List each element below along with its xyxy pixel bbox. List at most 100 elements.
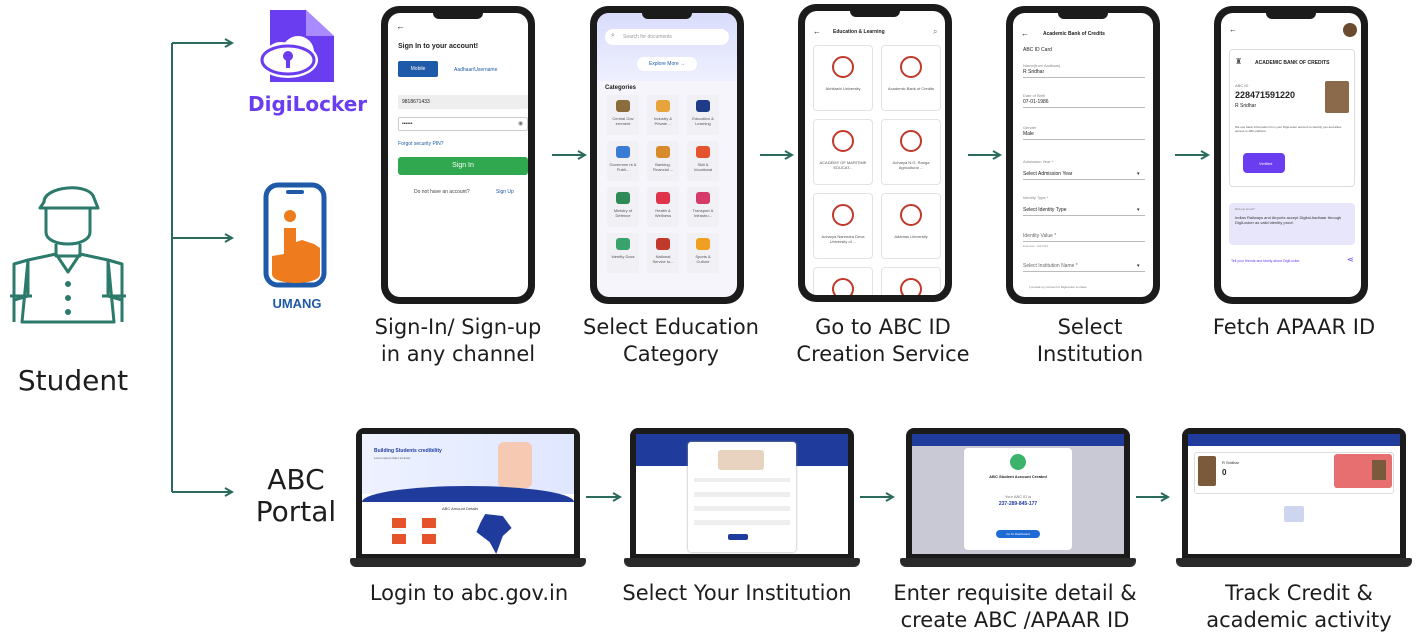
- category-icon: [616, 146, 630, 158]
- abc-id-value: 237-289-845-177: [998, 501, 1038, 507]
- category-tile[interactable]: Education & Learning: [687, 95, 719, 135]
- mobile-input[interactable]: 9818671433: [398, 95, 528, 109]
- signin-title: Sign In to your account!: [398, 43, 479, 50]
- signin-button[interactable]: Sign In: [398, 157, 528, 175]
- abc-card-label: ABC ID Card: [1023, 47, 1052, 53]
- chevron-down-icon: ▾: [1137, 263, 1140, 269]
- phone-abc-form: ← Academic Bank of Credits ABC ID Card N…: [1006, 6, 1160, 304]
- eye-icon[interactable]: ◉: [518, 120, 523, 127]
- university-logo-icon: [900, 278, 922, 295]
- no-account-text: Do not have an account?: [414, 189, 470, 195]
- abc-id-value: 228471591220: [1235, 90, 1296, 100]
- category-tile[interactable]: Governme nt & Publi...: [607, 141, 639, 181]
- university-card[interactable]: adani: [813, 267, 873, 295]
- tab-aadhaar[interactable]: Aadhaar/Username: [454, 67, 497, 73]
- university-card[interactable]: Acharya N.G. Ranga Agricultural ...: [881, 119, 941, 185]
- share-text[interactable]: Tell your friends and family about DigiL…: [1231, 259, 1300, 263]
- category-label: Skill & Vocational: [693, 162, 713, 172]
- university-logo-icon: [900, 56, 922, 78]
- category-label: Sports & Culture: [695, 254, 711, 264]
- category-tile[interactable]: Transport & Infrastru...: [687, 187, 719, 227]
- university-label: Acharya Narendra Deva University of ...: [821, 234, 865, 244]
- share-icon[interactable]: ⋖: [1347, 255, 1354, 264]
- category-icon: [656, 192, 670, 204]
- category-icon: [656, 100, 670, 112]
- consent-checkbox[interactable]: I provide my consent to DigiLocker to sh…: [1029, 285, 1087, 289]
- category-icon: [696, 100, 710, 112]
- dashboard-button[interactable]: Go To Dashboard: [996, 530, 1040, 538]
- category-tile[interactable]: Identity Docs: [607, 233, 639, 273]
- category-icon: [616, 192, 630, 204]
- category-label: Industry & Private ...: [653, 116, 672, 126]
- category-tile[interactable]: Sports & Culture: [687, 233, 719, 273]
- university-card[interactable]: Academic Bank of Credits: [881, 45, 941, 111]
- university-label: Acharya N.G. Ranga Agricultural ...: [892, 160, 930, 170]
- back-arrow-icon[interactable]: ←: [813, 27, 821, 36]
- category-tile[interactable]: National Service to...: [647, 233, 679, 273]
- caption-fetch-apaar: Fetch APAAR ID: [1212, 315, 1376, 339]
- phone-education: ← Education & Learning ⌕ Abhilashi Unive…: [798, 4, 952, 302]
- info-text: We use basic information from your DigiL…: [1235, 125, 1342, 133]
- student-photo: [1198, 456, 1216, 486]
- identity-type-select[interactable]: Select Identity Type: [1023, 207, 1067, 213]
- category-label: Transport & Infrastru...: [692, 208, 714, 218]
- identity-type-label: Identity Type *: [1023, 195, 1049, 200]
- categories-title: Categories: [605, 85, 637, 91]
- search-icon: ⌕: [611, 32, 615, 39]
- university-logo-icon: [832, 130, 854, 152]
- category-tile[interactable]: Skill & Vocational: [687, 141, 719, 181]
- caption-signin: Sign-In/ Sign-up in any channel: [374, 315, 542, 366]
- student-name: R Sridhar: [1235, 103, 1257, 109]
- abc-id-label: Your ABC ID is: [1004, 494, 1032, 499]
- phone-signin: ← Sign In to your account! Mobile Aadhaa…: [381, 6, 535, 304]
- search-input[interactable]: Search for documents: [605, 29, 729, 45]
- abc-id-label: ABC ID: [1235, 83, 1249, 88]
- abc-header: ACADEMIC BANK OF CREDITS: [1255, 60, 1330, 66]
- university-card[interactable]: [881, 267, 941, 295]
- category-tile[interactable]: Banking, Financial ...: [647, 141, 679, 181]
- category-icon: [696, 192, 710, 204]
- institution-select[interactable]: Select Institution Name *: [1023, 263, 1078, 269]
- category-icon: [616, 238, 630, 250]
- category-icon: [696, 146, 710, 158]
- caption-track-credit: Track Credit & academic activity: [1206, 581, 1392, 632]
- category-label: National Service to...: [652, 254, 674, 264]
- laptop-login: Building Students credibility Lorem ipsu…: [350, 428, 586, 570]
- category-tile[interactable]: Health & Wellness: [647, 187, 679, 227]
- category-tile[interactable]: Central Gov ernment: [607, 95, 639, 135]
- signup-link[interactable]: Sign Up: [496, 189, 514, 195]
- tab-mobile[interactable]: Mobile: [398, 61, 438, 77]
- check-icon: [1010, 454, 1026, 470]
- forgot-pin-link[interactable]: Forgot security PIN?: [398, 141, 444, 147]
- back-arrow-icon[interactable]: ←: [1021, 29, 1029, 38]
- did-you-know: Did you know?: [1235, 207, 1255, 211]
- explore-more-button[interactable]: Explore More →: [637, 57, 697, 71]
- pin-input[interactable]: ••••••: [398, 117, 528, 131]
- category-icon: [656, 146, 670, 158]
- digilocker-logo: [250, 6, 340, 84]
- university-label: ACADEMY OF MARITIME EDUCAT...: [819, 160, 867, 170]
- category-tile[interactable]: Industry & Private ...: [647, 95, 679, 135]
- category-tile[interactable]: Ministry of Defence: [607, 187, 639, 227]
- university-label: Academic Bank of Credits: [887, 86, 935, 91]
- university-logo-icon: [832, 204, 854, 226]
- back-arrow-icon[interactable]: ←: [1229, 25, 1237, 34]
- identity-value-input[interactable]: Identity Value *: [1023, 233, 1056, 239]
- back-arrow-icon[interactable]: ←: [396, 21, 405, 31]
- admission-select[interactable]: Select Admission Year: [1023, 171, 1072, 177]
- university-card[interactable]: Adamas University: [881, 193, 941, 259]
- university-card[interactable]: Acharya Narendra Deva University of ...: [813, 193, 873, 259]
- category-label: Health & Wellness: [654, 208, 672, 218]
- category-label: Governme nt & Publi...: [609, 162, 637, 172]
- category-icon: [656, 238, 670, 250]
- university-card[interactable]: ACADEMY OF MARITIME EDUCAT...: [813, 119, 873, 185]
- avatar[interactable]: [1343, 23, 1357, 37]
- name-label: Name(from Aadhaar): [1023, 63, 1061, 68]
- abc-sub: Lorem ipsum dolor sit amet: [374, 456, 411, 460]
- phone-categories: Search for documents ⌕ Explore More → Ca…: [590, 6, 744, 304]
- laptop-create-id: ABC Student Account Created Your ABC ID …: [900, 428, 1136, 570]
- university-logo-icon: [832, 56, 854, 78]
- search-icon[interactable]: ⌕: [933, 27, 937, 37]
- university-card[interactable]: Abhilashi University: [813, 45, 873, 111]
- admission-label: Admission Year *: [1023, 159, 1054, 164]
